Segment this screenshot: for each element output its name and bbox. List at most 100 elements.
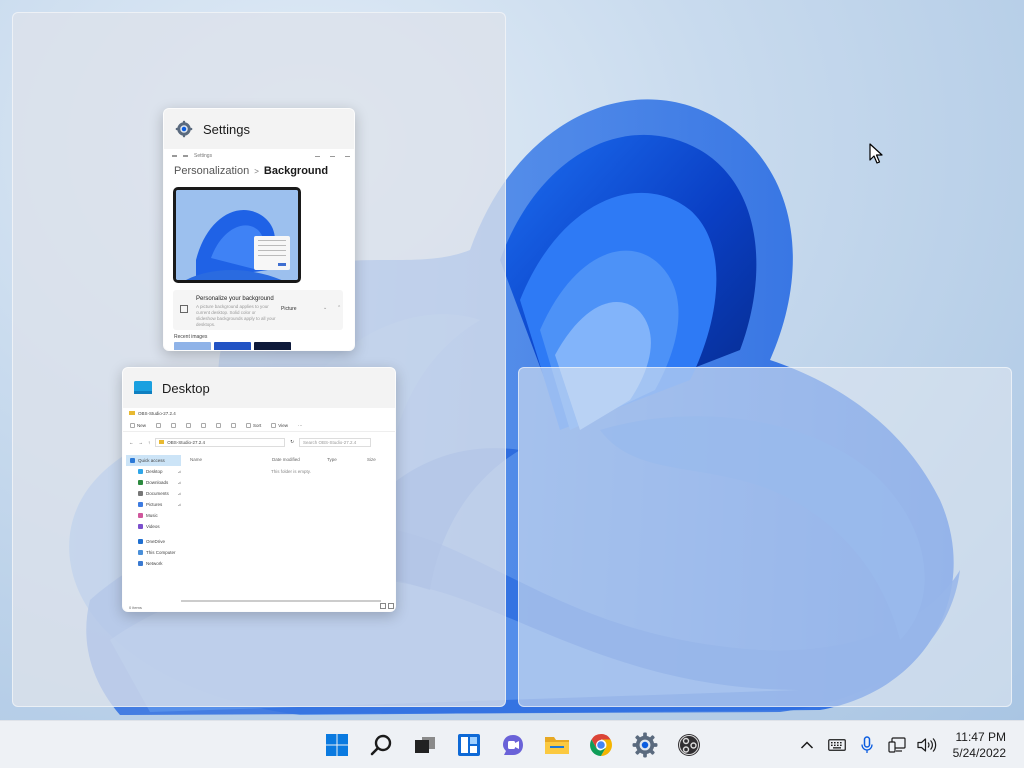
pin-icon: ⊿ <box>177 491 181 496</box>
details-view-icon <box>380 603 386 609</box>
task-view-button[interactable] <box>405 725 445 765</box>
taskbar: 11:47 PM 5/24/2022 <box>0 720 1024 768</box>
refresh-icon: ↻ <box>290 439 295 444</box>
start-button[interactable] <box>317 725 357 765</box>
folder-icon <box>545 737 569 754</box>
file-explorer-button[interactable] <box>537 725 577 765</box>
nav-item-network: Network <box>126 558 181 569</box>
taskbar-apps <box>317 721 709 768</box>
settings-button[interactable] <box>625 725 665 765</box>
card-description: A picture background applies to your cur… <box>196 304 276 327</box>
windows-logo-icon <box>326 734 348 756</box>
volume-icon <box>917 738 937 752</box>
back-icon: ← <box>129 439 134 445</box>
explorer-address-row: ← → ↑ OBS-Studio-27.2.4 ↻ Search OBS-Stu… <box>123 435 395 449</box>
chrome-button[interactable] <box>581 725 621 765</box>
view-button: View <box>271 423 288 428</box>
clock[interactable]: 11:47 PM 5/24/2022 <box>953 729 1006 761</box>
minimize-icon <box>315 155 320 157</box>
up-icon: ↑ <box>148 439 151 445</box>
view-toggle <box>380 603 394 609</box>
nav-item-desktop: Desktop ⊿ <box>126 466 181 477</box>
breadcrumb-current: Background <box>263 165 329 177</box>
status-bar-text: 0 items <box>129 605 142 610</box>
new-button: New <box>130 423 146 428</box>
system-tray <box>795 721 939 768</box>
forward-icon: → <box>138 439 144 445</box>
close-icon <box>345 155 350 157</box>
pin-icon: ⊿ <box>177 480 181 485</box>
rename-icon <box>201 423 207 428</box>
maximize-icon <box>330 155 335 157</box>
document-icon <box>138 491 143 496</box>
keyboard-icon <box>828 739 846 751</box>
settings-window-preview: Settings Personalization > Background Pers… <box>164 149 354 350</box>
nav-item-onedrive: OneDrive <box>126 536 181 547</box>
settings-caption-bar: Settings <box>164 149 354 163</box>
microphone-button[interactable] <box>855 733 879 757</box>
recent-images <box>174 342 291 350</box>
column-header: Name <box>190 457 203 462</box>
widgets-button[interactable] <box>449 725 489 765</box>
column-header: Type <box>327 457 337 462</box>
chevron-up-icon <box>800 741 814 749</box>
nav-item-music: Music <box>126 510 181 521</box>
snap-zone-bottom-right[interactable] <box>518 367 1012 707</box>
file-explorer-preview: OBS-Studio-27.2.4 New Sort View ··· ← → … <box>123 408 395 611</box>
nav-item-videos: Videos <box>126 521 181 532</box>
network-icon <box>888 737 906 753</box>
address-bar: OBS-Studio-27.2.4 <box>155 437 286 447</box>
background-type-select: Picture <box>281 306 297 312</box>
column-header: Date modified <box>272 457 300 462</box>
delete-icon <box>231 423 237 428</box>
nav-item-this-computer: This Computer <box>126 547 181 558</box>
cut-icon <box>156 423 162 428</box>
show-hidden-icons-button[interactable] <box>795 733 819 757</box>
search-icon <box>370 734 392 756</box>
window-title: Desktop <box>162 380 210 396</box>
volume-button[interactable] <box>915 733 939 757</box>
task-view-icon <box>415 737 435 753</box>
sort-icon <box>246 423 252 428</box>
chat-button[interactable] <box>493 725 533 765</box>
horizontal-scrollbar <box>181 600 381 602</box>
input-indicator-button[interactable] <box>825 733 849 757</box>
background-preview <box>173 187 301 283</box>
search-button[interactable] <box>361 725 401 765</box>
pin-icon: ⊿ <box>177 502 181 507</box>
nav-item-downloads: Downloads ⊿ <box>126 477 181 488</box>
mouse-cursor-icon <box>869 143 883 164</box>
paste-icon <box>186 423 192 428</box>
view-icon <box>271 423 277 428</box>
preview-mini-window <box>254 236 290 270</box>
explorer-search-box: Search OBS-Studio-27.2.4 <box>299 437 372 447</box>
tiles-view-icon <box>388 603 394 609</box>
card-title: Personalize your background <box>196 296 274 302</box>
chevron-up-icon: ⌃ <box>337 305 342 311</box>
network-button[interactable] <box>885 733 909 757</box>
video-icon <box>138 524 143 529</box>
pin-icon: ⊿ <box>177 469 181 474</box>
computer-icon <box>138 550 143 555</box>
picture-icon <box>138 502 143 507</box>
more-button: ··· <box>297 423 303 428</box>
snap-assist-window-settings[interactable]: Settings Settings Personalization > Backgr… <box>163 108 355 351</box>
microphone-icon <box>861 736 873 753</box>
share-icon <box>216 423 222 428</box>
recent-image <box>174 342 211 350</box>
breadcrumb: Personalization > Background <box>164 163 354 179</box>
snap-assist-window-desktop[interactable]: Desktop OBS-Studio-27.2.4 New Sort View … <box>122 367 396 612</box>
window-title: Settings <box>203 121 250 137</box>
folder-icon <box>129 411 135 415</box>
clock-time: 11:47 PM <box>955 730 1006 744</box>
chat-icon <box>503 735 523 755</box>
cloud-icon <box>138 539 143 544</box>
column-header: Size <box>367 457 376 462</box>
star-icon <box>130 458 135 463</box>
obs-studio-button[interactable] <box>669 725 709 765</box>
breadcrumb-separator: > <box>254 167 259 176</box>
desktop-icon <box>134 381 152 394</box>
back-icon <box>172 155 177 157</box>
chrome-icon <box>590 734 612 756</box>
network-icon <box>138 561 143 566</box>
